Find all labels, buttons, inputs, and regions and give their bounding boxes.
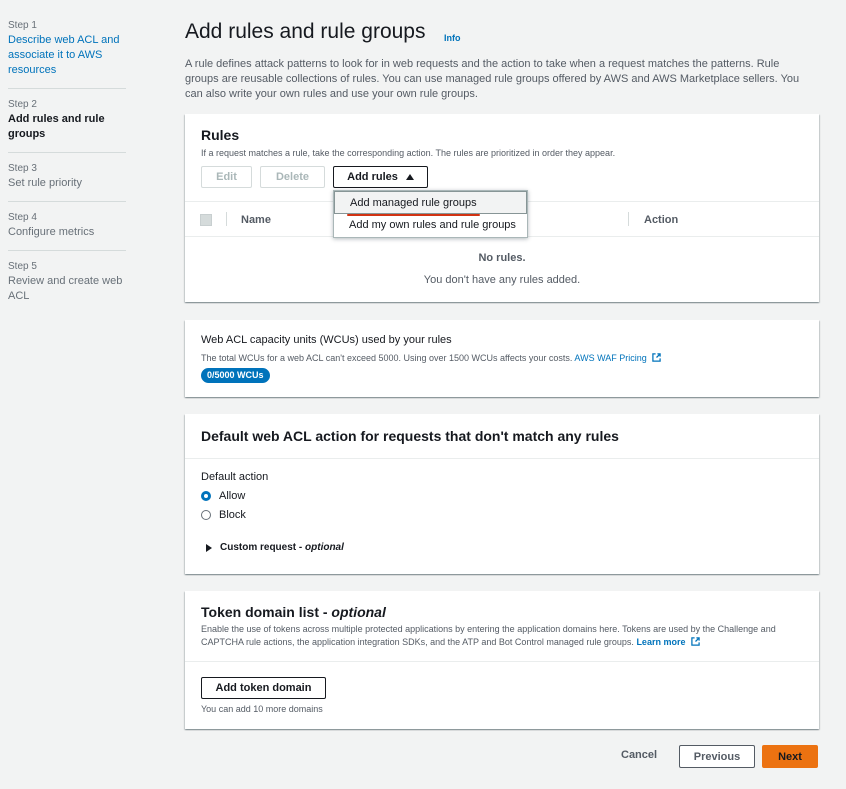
waf-pricing-link[interactable]: AWS WAF Pricing (574, 353, 646, 363)
wcu-panel: Web ACL capacity units (WCUs) used by yo… (185, 320, 819, 397)
add-rules-button[interactable]: Add rules (333, 166, 428, 188)
cancel-button[interactable]: Cancel (621, 749, 657, 761)
add-managed-rule-groups-option[interactable]: Add managed rule groups (334, 191, 527, 216)
page-title: Add rules and rule groups (185, 20, 426, 43)
token-domains-remaining: You can add 10 more domains (201, 704, 323, 714)
default-action-title: Default web ACL action for requests that… (201, 428, 619, 444)
radio-allow-input[interactable] (201, 491, 211, 501)
page-description: A rule defines attack patterns to look f… (185, 58, 800, 100)
external-link-icon (652, 353, 661, 362)
rules-description: If a request matches a rule, take the co… (201, 148, 616, 158)
caret-up-icon (405, 174, 414, 180)
add-own-rules-option[interactable]: Add my own rules and rule groups (334, 214, 527, 237)
radio-block-input[interactable] (201, 510, 211, 520)
wcu-description: The total WCUs for a web ACL can't excee… (201, 352, 661, 365)
info-link[interactable]: Info (444, 33, 461, 43)
step-1-number: Step 1 (8, 20, 37, 31)
wizard-steps-sidebar: Step 1 Describe web ACL and associate it… (8, 20, 126, 324)
step-3-number: Step 3 (8, 163, 37, 174)
step-4: Step 4 Configure metrics (8, 212, 126, 251)
add-token-domain-button[interactable]: Add token domain (201, 677, 326, 699)
column-divider (628, 212, 629, 226)
step-1[interactable]: Step 1 Describe web ACL and associate it… (8, 20, 126, 89)
previous-button[interactable]: Previous (679, 745, 755, 768)
step-5-label: Review and create web ACL (8, 275, 123, 302)
next-button[interactable]: Next (762, 745, 818, 768)
step-1-link[interactable]: Describe web ACL and associate it to AWS… (8, 33, 126, 78)
delete-button[interactable]: Delete (260, 166, 325, 188)
default-action-label: Default action (201, 471, 269, 483)
default-action-panel: Default web ACL action for requests that… (185, 414, 819, 574)
empty-state-title: No rules. (478, 252, 526, 264)
token-title: Token domain list - optional (201, 604, 386, 620)
step-4-number: Step 4 (8, 212, 37, 223)
token-description-text: Enable the use of tokens across multiple… (201, 624, 776, 647)
caret-right-icon (206, 543, 212, 552)
custom-request-expander[interactable]: Custom request - optional (206, 542, 344, 553)
column-name[interactable]: Name (241, 214, 271, 226)
learn-more-link[interactable]: Learn more (636, 637, 685, 647)
token-description: Enable the use of tokens across multiple… (201, 623, 801, 649)
radio-block-label: Block (219, 509, 246, 521)
option-label: Add managed rule groups (350, 197, 477, 209)
radio-allow[interactable]: Allow (201, 490, 245, 502)
step-5-number: Step 5 (8, 261, 37, 272)
add-rules-dropdown: Add managed rule groups Add my own rules… (333, 190, 528, 238)
step-3-label: Set rule priority (8, 177, 82, 189)
radio-allow-label: Allow (219, 490, 246, 502)
empty-state-subtitle: You don't have any rules added. (423, 274, 581, 286)
add-rules-label: Add rules (347, 171, 398, 183)
custom-request-label: Custom request - (220, 542, 303, 553)
step-2-label: Add rules and rule groups (8, 113, 105, 140)
custom-request-optional: optional (305, 542, 344, 553)
token-domain-panel: Token domain list - optional Enable the … (185, 591, 819, 729)
edit-button[interactable]: Edit (201, 166, 252, 188)
rules-panel: Rules If a request matches a rule, take … (185, 114, 819, 302)
step-4-label: Configure metrics (8, 226, 95, 238)
token-title-optional: optional (331, 604, 386, 620)
step-2: Step 2 Add rules and rule groups (8, 99, 126, 153)
divider (185, 661, 819, 662)
wcu-badge: 0/5000 WCUs (201, 368, 270, 383)
step-5: Step 5 Review and create web ACL (8, 261, 126, 314)
wcu-description-text: The total WCUs for a web ACL can't excee… (201, 353, 573, 363)
column-divider (226, 212, 227, 226)
select-all-checkbox[interactable] (200, 214, 212, 226)
external-link-icon (691, 637, 700, 646)
rules-title: Rules (201, 127, 240, 143)
divider (185, 458, 819, 459)
column-action[interactable]: Action (644, 214, 678, 226)
radio-block[interactable]: Block (201, 509, 246, 521)
wcu-title: Web ACL capacity units (WCUs) used by yo… (201, 334, 452, 346)
step-3: Step 3 Set rule priority (8, 163, 126, 202)
token-title-text: Token domain list - (201, 604, 332, 620)
step-2-number: Step 2 (8, 99, 37, 110)
